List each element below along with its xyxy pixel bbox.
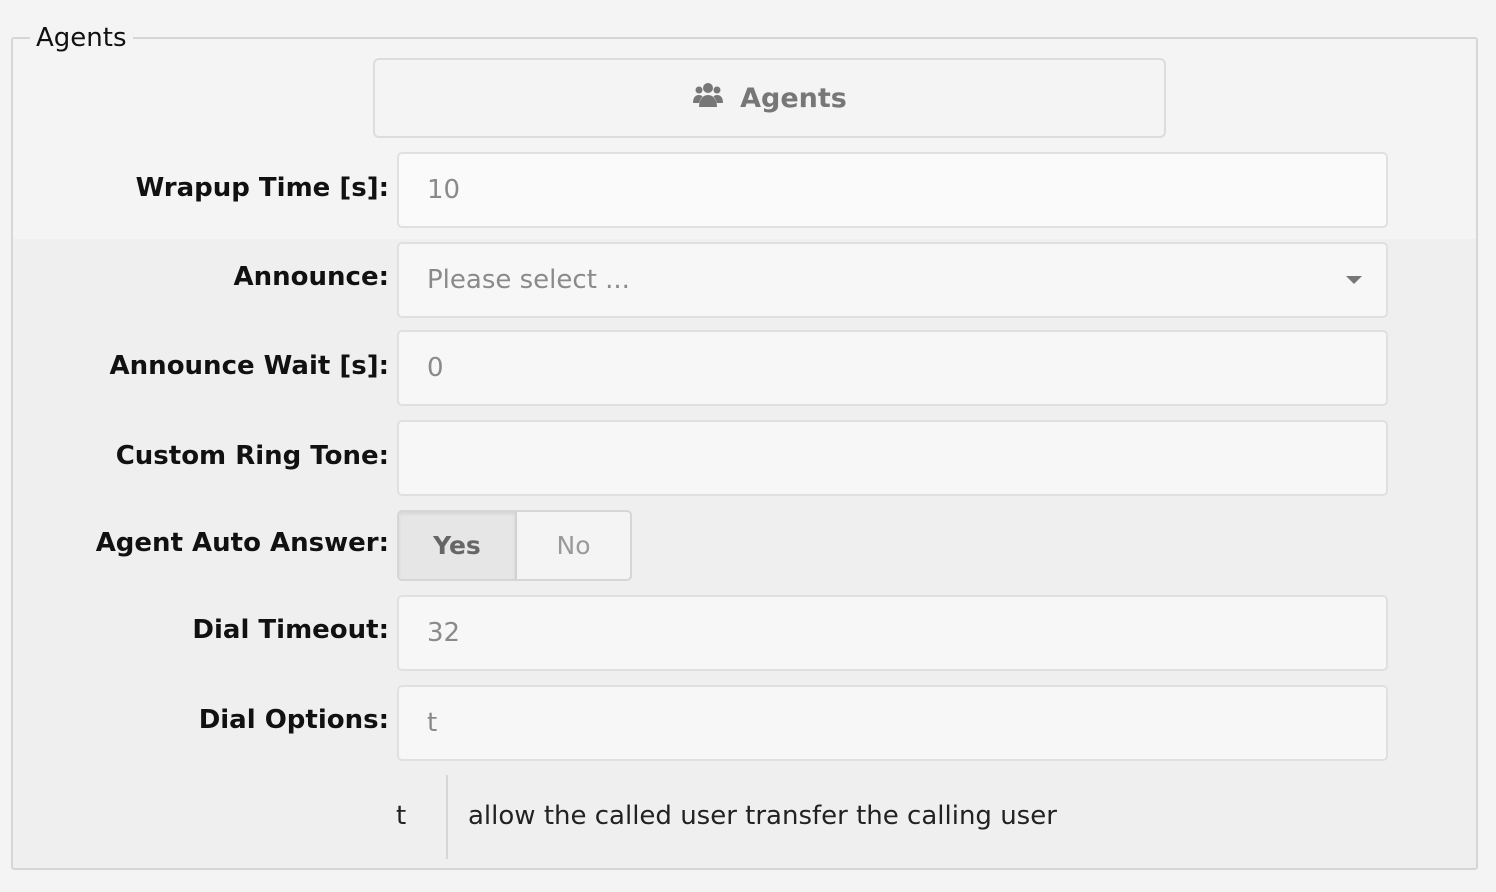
fieldset-legend: Agents [30, 20, 133, 56]
dial-timeout-value: 32 [427, 618, 461, 648]
announce-wait-value: 0 [427, 353, 444, 383]
agent-auto-answer-label: Agent Auto Answer: [95, 528, 389, 558]
wrapup-time-value: 10 [427, 175, 461, 205]
users-icon [692, 79, 724, 118]
custom-ring-tone-input[interactable] [397, 420, 1388, 496]
wrapup-time-input[interactable]: 10 [397, 152, 1388, 228]
announce-placeholder: Please select ... [427, 265, 630, 295]
agents-button-label: Agents [740, 82, 847, 114]
agents-button[interactable]: Agents [373, 58, 1166, 138]
announce-label: Announce: [233, 262, 389, 292]
announce-select[interactable]: Please select ... [397, 242, 1388, 318]
wrapup-time-label: Wrapup Time [s]: [135, 173, 389, 203]
agent-auto-answer-no-button[interactable]: No [517, 512, 630, 579]
agent-auto-answer-yes-button[interactable]: Yes [399, 512, 517, 579]
dial-options-value: t [427, 708, 438, 738]
caret-down-icon [1346, 276, 1362, 284]
dial-options-help: t allow the called user transfer the cal… [0, 775, 1496, 859]
help-divider [446, 775, 448, 859]
announce-wait-label: Announce Wait [s]: [109, 351, 389, 381]
dial-timeout-input[interactable]: 32 [397, 595, 1388, 671]
custom-ring-tone-label: Custom Ring Tone: [115, 441, 389, 471]
dial-timeout-label: Dial Timeout: [192, 615, 389, 645]
dial-options-input[interactable]: t [397, 685, 1388, 761]
dial-options-help-description: allow the called user transfer the calli… [468, 801, 1057, 831]
dial-options-help-key: t [396, 801, 407, 831]
agent-auto-answer-toggle: Yes No [397, 510, 632, 581]
dial-options-label: Dial Options: [198, 705, 389, 735]
announce-wait-input[interactable]: 0 [397, 330, 1388, 406]
